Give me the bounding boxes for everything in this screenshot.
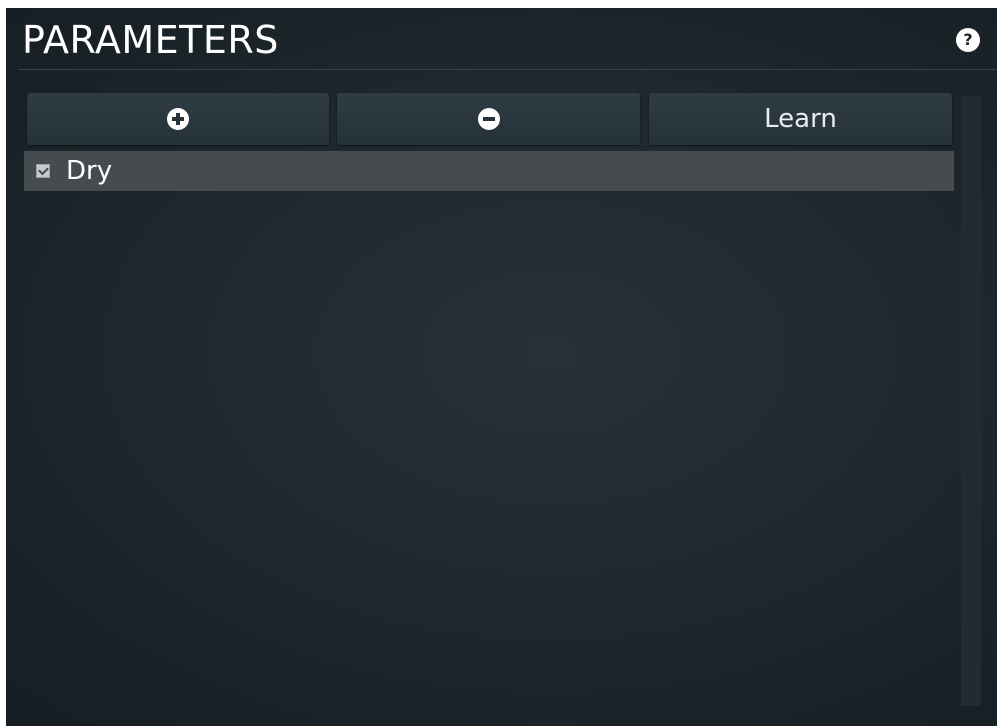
learn-button[interactable]: Learn xyxy=(649,93,952,145)
help-button[interactable]: ? xyxy=(956,28,980,52)
parameter-label: Dry xyxy=(66,156,113,186)
panel-title: PARAMETERS xyxy=(22,18,279,62)
plus-circle-icon xyxy=(167,108,189,130)
parameters-panel: PARAMETERS ? Learn Dry xyxy=(6,8,997,726)
learn-button-label: Learn xyxy=(764,104,837,134)
list-scrollbar[interactable] xyxy=(961,96,981,706)
remove-parameter-button[interactable] xyxy=(337,93,640,145)
parameter-checkbox[interactable] xyxy=(36,164,50,178)
add-parameter-button[interactable] xyxy=(27,93,329,145)
parameter-row[interactable]: Dry xyxy=(24,151,954,191)
minus-circle-icon xyxy=(477,108,500,130)
parameter-list: Dry xyxy=(24,151,954,191)
title-divider xyxy=(18,69,997,70)
